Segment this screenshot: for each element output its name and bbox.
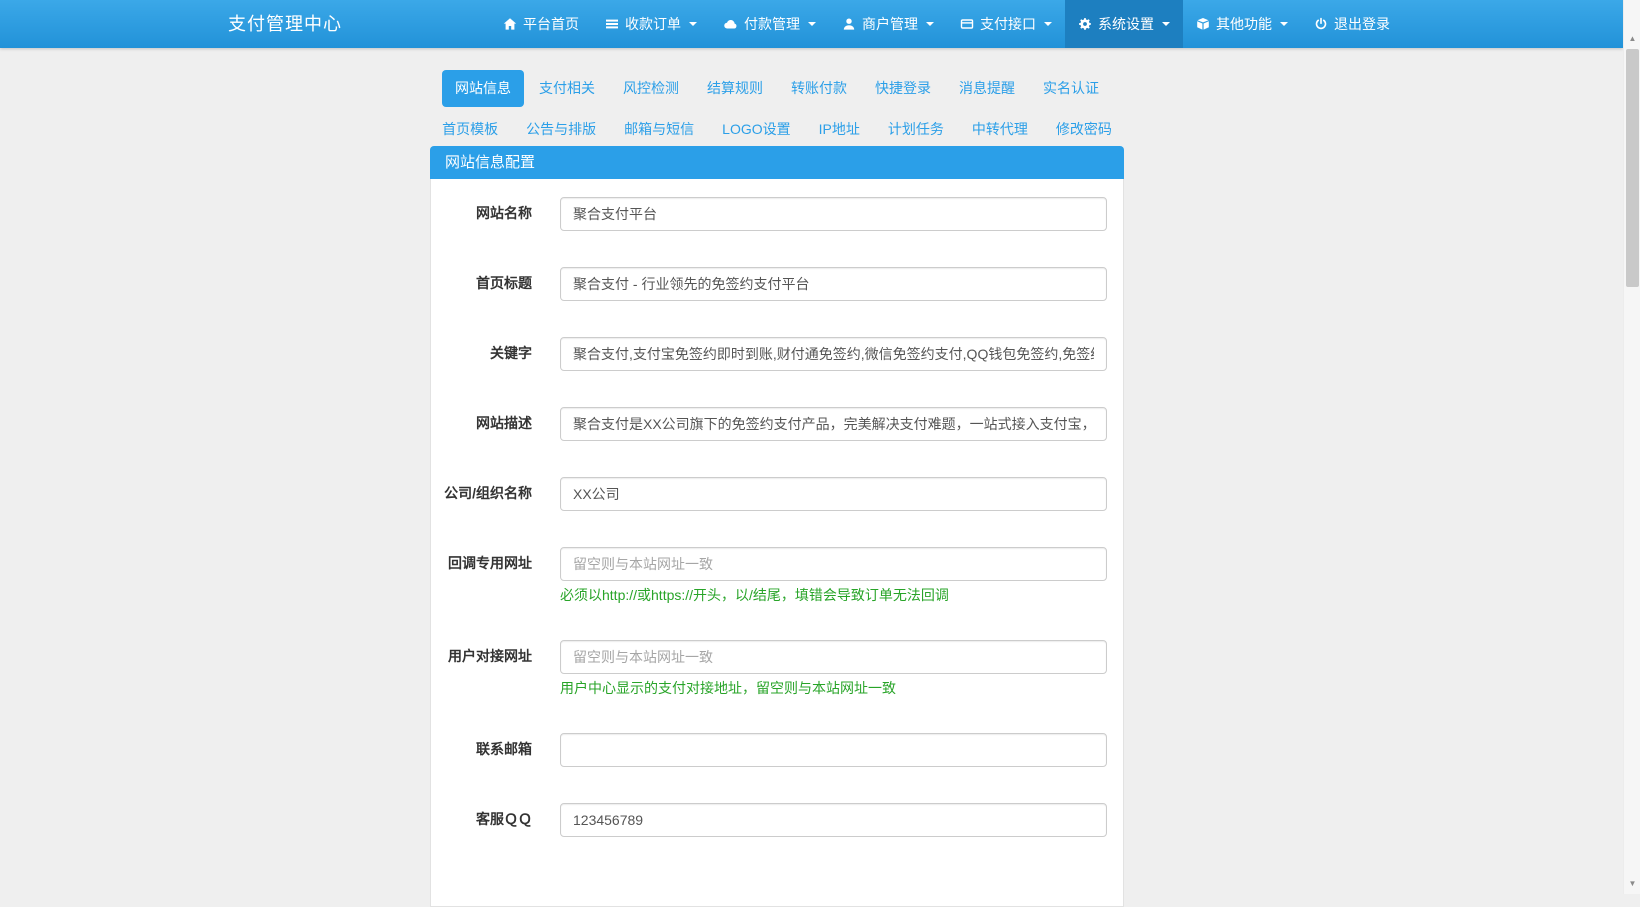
tab-announcement-layout[interactable]: 公告与排版: [513, 111, 609, 148]
gear-icon: [1078, 17, 1092, 31]
caret-down-icon: [1044, 22, 1052, 26]
caret-down-icon: [1162, 22, 1170, 26]
nav-item-receive-orders[interactable]: 收款订单: [592, 0, 710, 48]
tab-logo-settings[interactable]: LOGO设置: [709, 111, 803, 148]
callback-url-help: 必须以http://或https://开头，以/结尾，填错会导致订单无法回调: [560, 587, 949, 603]
list-icon: [605, 17, 619, 31]
tab-quick-login[interactable]: 快捷登录: [862, 70, 944, 107]
nav-item-logout[interactable]: 退出登录: [1301, 0, 1403, 48]
form-row-site-description: 网站描述: [431, 407, 1107, 441]
site-description-input[interactable]: [560, 407, 1107, 441]
field-label: 网站描述: [476, 415, 532, 431]
caret-down-icon: [1280, 22, 1288, 26]
nav-item-payment-interface[interactable]: 支付接口: [947, 0, 1065, 48]
form-row-service-qq: 客服ＱＱ: [431, 803, 1107, 837]
caret-down-icon: [689, 22, 697, 26]
panel-title: 网站信息配置: [430, 146, 1124, 179]
nav-item-platform-home[interactable]: 平台首页: [490, 0, 592, 48]
field-label: 客服ＱＱ: [476, 811, 532, 827]
field-label: 关键字: [490, 345, 532, 361]
scrollbar-thumb[interactable]: [1626, 49, 1639, 287]
tab-message-reminder[interactable]: 消息提醒: [946, 70, 1028, 107]
tab-ip-address[interactable]: IP地址: [806, 111, 873, 148]
caret-down-icon: [926, 22, 934, 26]
contact-email-input[interactable]: [560, 733, 1107, 767]
field-label: 网站名称: [476, 205, 532, 221]
nav-item-label: 退出登录: [1334, 16, 1390, 32]
scroll-up-icon[interactable]: ▲: [1624, 30, 1640, 47]
site-info-form: 网站名称 首页标题 关键字 网站描述 公司/组织名称 回调专用网址 必须以htt…: [431, 179, 1123, 883]
home-icon: [503, 17, 517, 31]
field-label: 首页标题: [476, 275, 532, 291]
company-name-input[interactable]: [560, 477, 1107, 511]
nav-item-label: 平台首页: [523, 16, 579, 32]
nav-item-merchant-management[interactable]: 商户管理: [829, 0, 947, 48]
scroll-down-icon[interactable]: ▼: [1624, 875, 1640, 892]
nav-item-label: 收款订单: [625, 16, 681, 32]
tab-change-password[interactable]: 修改密码: [1043, 111, 1125, 148]
nav-item-label: 其他功能: [1216, 16, 1272, 32]
tab-relay-proxy[interactable]: 中转代理: [959, 111, 1041, 148]
nav-item-label: 付款管理: [744, 16, 800, 32]
home-title-input[interactable]: [560, 267, 1107, 301]
user-icon: [842, 17, 856, 31]
field-label: 回调专用网址: [448, 555, 532, 571]
field-label: 公司/组织名称: [444, 485, 532, 501]
callback-url-input[interactable]: [560, 547, 1107, 581]
nav-item-label: 支付接口: [980, 16, 1036, 32]
field-label: 用户对接网址: [448, 648, 532, 664]
nav-item-system-settings[interactable]: 系统设置: [1065, 0, 1183, 48]
site-name-input[interactable]: [560, 197, 1107, 231]
form-row-keywords: 关键字: [431, 337, 1107, 371]
app-title: 支付管理中心: [228, 14, 342, 34]
site-info-panel: 网站信息配置 网站名称 首页标题 关键字 网站描述 公司/组织名称 回调专用网址: [430, 146, 1124, 907]
caret-down-icon: [808, 22, 816, 26]
tab-row-1: 网站信息 支付相关 风控检测 结算规则 转账付款 快捷登录 消息提醒 实名认证: [430, 70, 1124, 107]
tab-real-name-auth[interactable]: 实名认证: [1030, 70, 1112, 107]
credit-card-icon: [960, 17, 974, 31]
field-label: 联系邮箱: [476, 741, 532, 757]
tab-email-sms[interactable]: 邮箱与短信: [611, 111, 707, 148]
user-docking-url-input[interactable]: [560, 640, 1107, 674]
top-navbar: 支付管理中心 平台首页 收款订单 付款管理 商户管理 支付接口 系统设置 其他功…: [0, 0, 1623, 48]
tab-site-info[interactable]: 网站信息: [442, 70, 524, 107]
tab-home-template[interactable]: 首页模板: [429, 111, 511, 148]
vertical-scrollbar[interactable]: ▲ ▼: [1623, 0, 1640, 894]
form-row-callback-url: 回调专用网址 必须以http://或https://开头，以/结尾，填错会导致订…: [431, 547, 1107, 604]
form-row-company-name: 公司/组织名称: [431, 477, 1107, 511]
keywords-input[interactable]: [560, 337, 1107, 371]
form-row-user-docking-url: 用户对接网址 用户中心显示的支付对接地址，留空则与本站网址一致: [431, 640, 1107, 697]
power-icon: [1314, 17, 1328, 31]
nav-item-other-functions[interactable]: 其他功能: [1183, 0, 1301, 48]
tab-payment-related[interactable]: 支付相关: [526, 70, 608, 107]
cube-icon: [1196, 17, 1210, 31]
tab-row-2: 首页模板 公告与排版 邮箱与短信 LOGO设置 IP地址 计划任务 中转代理 修…: [430, 111, 1124, 148]
nav-item-label: 系统设置: [1098, 16, 1154, 32]
tab-scheduled-tasks[interactable]: 计划任务: [875, 111, 957, 148]
main-nav: 平台首页 收款订单 付款管理 商户管理 支付接口 系统设置 其他功能 退出登录: [490, 0, 1403, 48]
user-docking-url-help: 用户中心显示的支付对接地址，留空则与本站网址一致: [560, 680, 896, 696]
form-row-site-name: 网站名称: [431, 197, 1107, 231]
form-row-contact-email: 联系邮箱: [431, 733, 1107, 767]
nav-item-payment-management[interactable]: 付款管理: [710, 0, 829, 48]
nav-item-label: 商户管理: [862, 16, 918, 32]
form-row-home-title: 首页标题: [431, 267, 1107, 301]
tab-transfer-payment[interactable]: 转账付款: [778, 70, 860, 107]
tab-settlement-rules[interactable]: 结算规则: [694, 70, 776, 107]
service-qq-input[interactable]: [560, 803, 1107, 837]
cloud-icon: [723, 17, 738, 31]
tab-risk-control[interactable]: 风控检测: [610, 70, 692, 107]
